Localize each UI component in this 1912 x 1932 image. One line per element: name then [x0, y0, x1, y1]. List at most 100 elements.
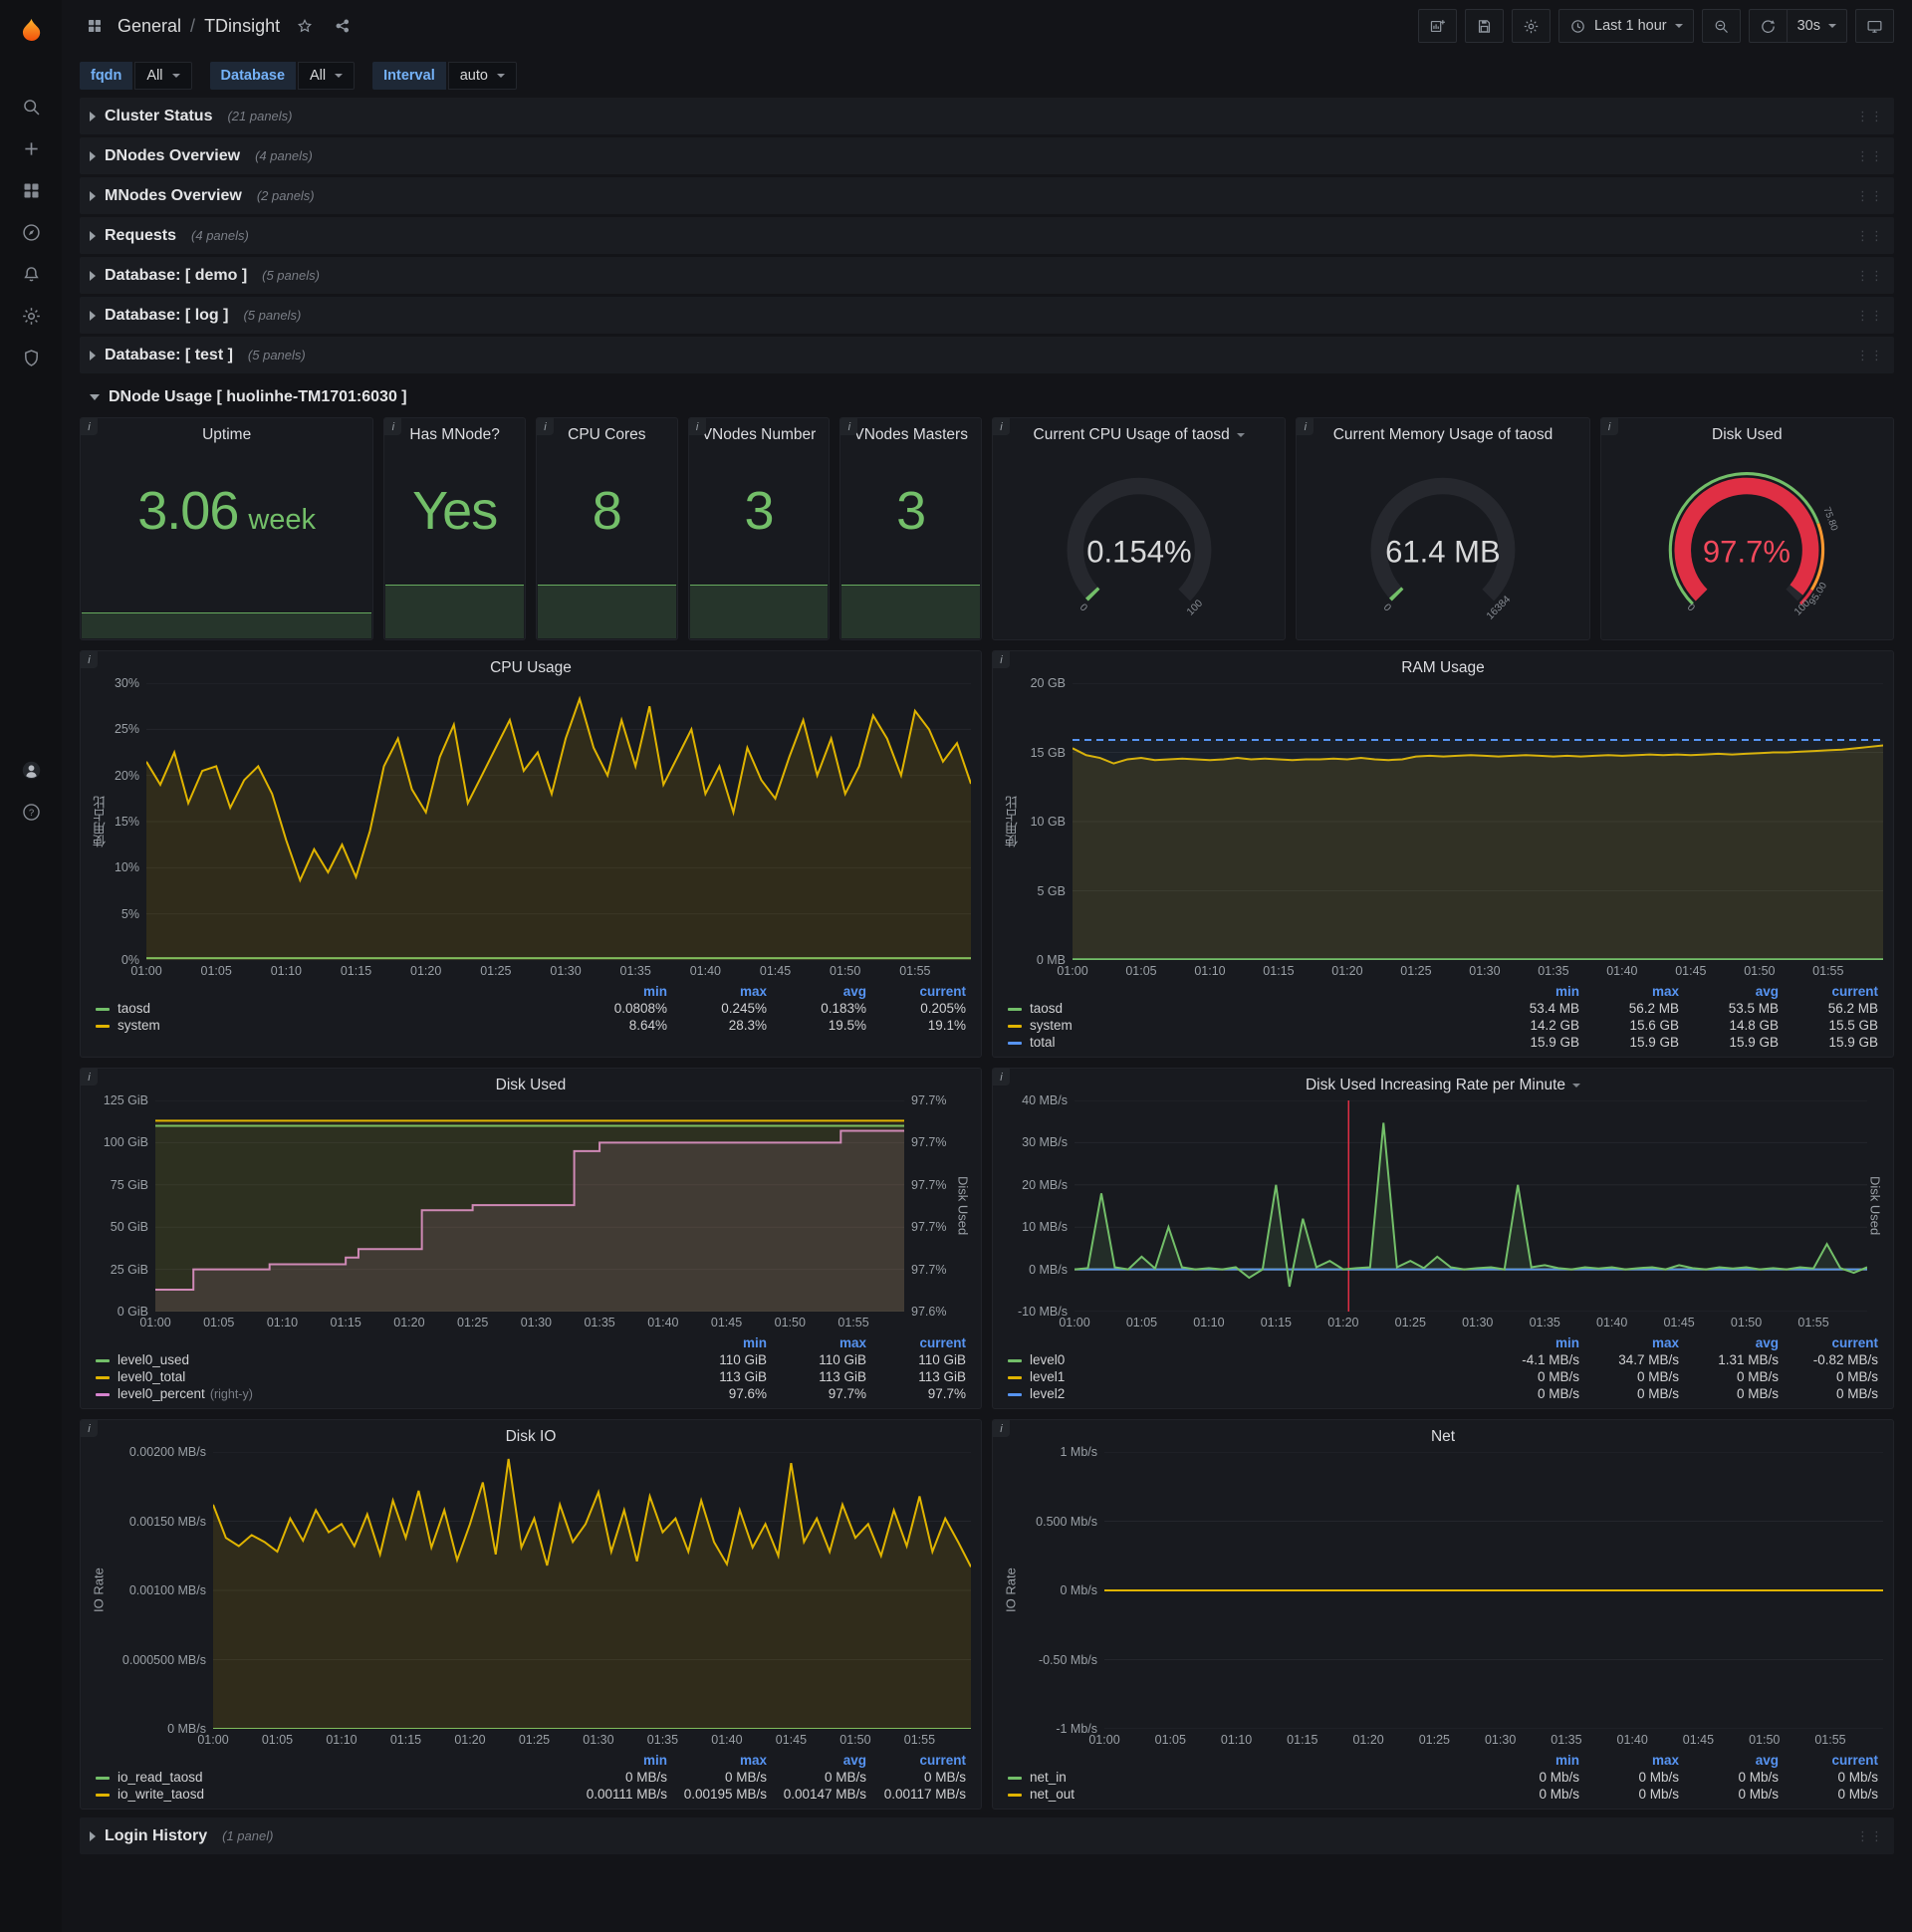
panel-title[interactable]: RAM Usage	[1003, 651, 1883, 679]
panel-info-icon[interactable]: i	[81, 418, 98, 435]
row-drag-handle[interactable]: ⋮⋮	[1856, 308, 1884, 324]
refresh-interval-dropdown[interactable]: 30s	[1786, 9, 1847, 43]
legend-series[interactable]: io_write_taosd	[91, 1786, 573, 1803]
panel-title[interactable]: Uptime	[81, 418, 372, 446]
variable-value-fqdn[interactable]: All	[134, 62, 192, 90]
panel-info-icon[interactable]: i	[81, 651, 98, 668]
legend-col-header[interactable]: current	[871, 1334, 971, 1351]
explore-compass-icon[interactable]	[8, 211, 54, 253]
grafana-logo[interactable]	[8, 10, 54, 52]
legend-col-header[interactable]: max	[1584, 1334, 1684, 1351]
breadcrumb-title[interactable]: TDinsight	[204, 16, 280, 37]
dashboard-row-database-log[interactable]: Database: [ log ] (5 panels) ⋮⋮	[80, 297, 1894, 334]
panel-title[interactable]: Disk Used Increasing Rate per Minute	[1003, 1069, 1883, 1096]
legend-series[interactable]: level0	[1003, 1351, 1485, 1368]
legend-col-header[interactable]: current	[1784, 983, 1883, 1000]
variable-value-interval[interactable]: auto	[447, 62, 517, 90]
legend-col-header[interactable]: max	[772, 1334, 871, 1351]
legend-col-header[interactable]: current	[1784, 1334, 1883, 1351]
row-drag-handle[interactable]: ⋮⋮	[1856, 268, 1884, 284]
panel-title[interactable]: CPU Usage	[91, 651, 971, 679]
row-drag-handle[interactable]: ⋮⋮	[1856, 348, 1884, 363]
legend-col-header[interactable]: max	[672, 1752, 772, 1769]
plot[interactable]	[1075, 1100, 1867, 1312]
legend-series[interactable]: level2	[1003, 1385, 1485, 1402]
configuration-gear-icon[interactable]	[8, 295, 54, 337]
panel-info-icon[interactable]: i	[993, 418, 1010, 435]
dashboard-row-dnode-usage-huolinhe-tm1701-6030[interactable]: DNode Usage [ huolinhe-TM1701:6030 ]	[80, 378, 1894, 415]
share-button[interactable]	[330, 13, 356, 39]
zoom-out-button[interactable]	[1701, 9, 1741, 43]
panel-title[interactable]: Current CPU Usage of taosd	[993, 418, 1285, 446]
time-range-picker[interactable]: Last 1 hour	[1558, 9, 1694, 43]
avatar[interactable]	[8, 749, 54, 791]
variable-label-fqdn[interactable]: fqdn	[80, 62, 133, 90]
legend-series[interactable]: net_in	[1003, 1769, 1485, 1786]
dashboard-row-dnodes-overview[interactable]: DNodes Overview (4 panels) ⋮⋮	[80, 137, 1894, 174]
row-drag-handle[interactable]: ⋮⋮	[1856, 188, 1884, 204]
legend-col-header[interactable]: avg	[772, 1752, 871, 1769]
legend-col-header[interactable]: min	[1485, 1334, 1584, 1351]
legend-col-header[interactable]: avg	[772, 983, 871, 1000]
panel-info-icon[interactable]: i	[384, 418, 402, 435]
panel-title[interactable]: CPU Cores	[537, 418, 677, 446]
panel-title[interactable]: Disk Used	[1601, 418, 1893, 446]
plot[interactable]	[155, 1100, 904, 1312]
panel-info-icon[interactable]: i	[993, 1420, 1010, 1437]
dashboard-row-requests[interactable]: Requests (4 panels) ⋮⋮	[80, 217, 1894, 254]
plot[interactable]	[146, 683, 971, 960]
dashboard-row-login-history[interactable]: Login History (1 panel) ⋮⋮	[80, 1817, 1894, 1854]
search-icon[interactable]	[8, 86, 54, 127]
legend-col-header[interactable]: min	[573, 983, 672, 1000]
refresh-button[interactable]	[1748, 9, 1787, 43]
legend-series[interactable]: io_read_taosd	[91, 1769, 573, 1786]
legend-series[interactable]: level0_total	[91, 1368, 672, 1385]
legend-series[interactable]: total	[1003, 1034, 1485, 1051]
panel-title[interactable]: Has MNode?	[384, 418, 525, 446]
legend-series[interactable]: net_out	[1003, 1786, 1485, 1803]
row-drag-handle[interactable]: ⋮⋮	[1856, 109, 1884, 124]
plot[interactable]	[1104, 1452, 1883, 1729]
panel-info-icon[interactable]: i	[81, 1420, 98, 1437]
legend-series[interactable]: level0_percent (right-y)	[91, 1385, 672, 1402]
legend-col-header[interactable]: max	[1584, 1752, 1684, 1769]
row-drag-handle[interactable]: ⋮⋮	[1856, 1828, 1884, 1844]
legend-col-header[interactable]: min	[573, 1752, 672, 1769]
legend-col-header[interactable]: min	[672, 1334, 772, 1351]
panel-info-icon[interactable]: i	[81, 1069, 98, 1086]
variable-value-database[interactable]: All	[298, 62, 356, 90]
legend-col-header[interactable]: avg	[1684, 1334, 1784, 1351]
panel-title[interactable]: VNodes Number	[689, 418, 830, 446]
panel-title[interactable]: Disk Used	[91, 1069, 971, 1096]
panel-info-icon[interactable]: i	[1600, 418, 1618, 435]
panel-title[interactable]: Net	[1003, 1420, 1883, 1448]
legend-series[interactable]: level0_used	[91, 1351, 672, 1368]
panel-title[interactable]: VNodes Masters	[840, 418, 981, 446]
legend-col-header[interactable]: avg	[1684, 1752, 1784, 1769]
panel-info-icon[interactable]: i	[993, 1069, 1010, 1086]
legend-col-header[interactable]: max	[1584, 983, 1684, 1000]
panel-info-icon[interactable]: i	[1297, 418, 1314, 435]
legend-col-header[interactable]: max	[672, 983, 772, 1000]
tv-mode-button[interactable]	[1855, 9, 1894, 43]
server-admin-shield-icon[interactable]	[8, 337, 54, 378]
variable-label-interval[interactable]: Interval	[372, 62, 446, 90]
plot[interactable]	[1073, 683, 1883, 960]
legend-series[interactable]: system	[1003, 1017, 1485, 1034]
panel-info-icon[interactable]: i	[537, 418, 554, 435]
panel-info-icon[interactable]: i	[840, 418, 858, 435]
row-drag-handle[interactable]: ⋮⋮	[1856, 148, 1884, 164]
plot[interactable]	[213, 1452, 971, 1729]
legend-col-header[interactable]: current	[1784, 1752, 1883, 1769]
row-drag-handle[interactable]: ⋮⋮	[1856, 228, 1884, 244]
legend-col-header[interactable]: current	[871, 1752, 971, 1769]
dashboards-icon[interactable]	[8, 169, 54, 211]
breadcrumb-section[interactable]: General	[118, 16, 181, 37]
panel-info-icon[interactable]: i	[993, 651, 1010, 668]
legend-series[interactable]: system	[91, 1017, 573, 1034]
dashboard-row-mnodes-overview[interactable]: MNodes Overview (2 panels) ⋮⋮	[80, 177, 1894, 214]
variable-label-database[interactable]: Database	[209, 62, 297, 90]
legend-col-header[interactable]: min	[1485, 1752, 1584, 1769]
add-panel-button[interactable]	[1418, 9, 1458, 43]
add-icon[interactable]	[8, 127, 54, 169]
